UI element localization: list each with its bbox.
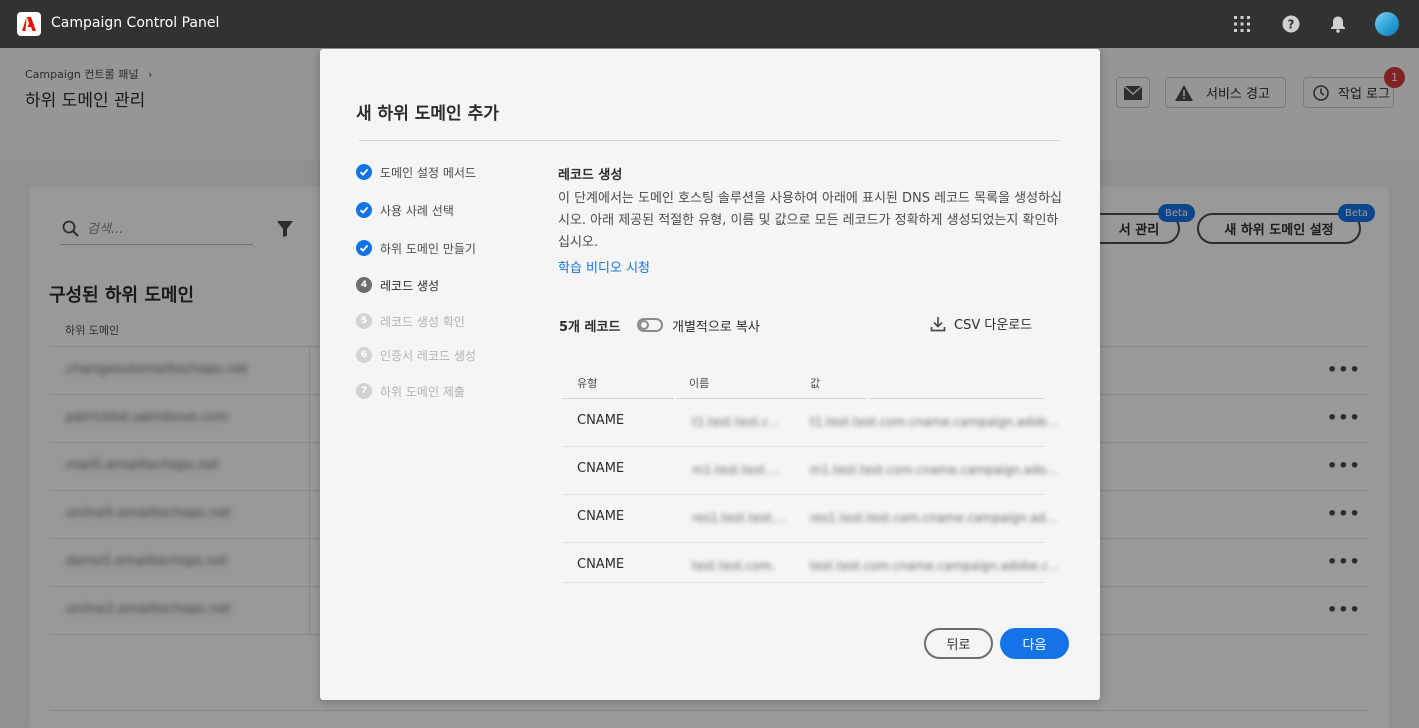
bell-icon[interactable] (1326, 12, 1350, 36)
record-type: CNAME (577, 509, 625, 524)
record-value[interactable]: test.test.com.cname.campaign.adobe.c... (810, 559, 1060, 573)
record-name[interactable]: m1.test.test.... (692, 463, 780, 477)
content-title: 레코드 생성 (558, 168, 623, 183)
step-label: 하위 도메인 만들기 (380, 241, 476, 256)
step-certificate: 6 인증서 레코드 생성 (356, 345, 476, 365)
step-domain-method: 도메인 설정 메서드 (356, 162, 476, 182)
help-icon[interactable]: ? (1279, 12, 1303, 36)
step-record-creation: 4 레코드 생성 (356, 275, 439, 295)
record-value[interactable]: res1.test.test.com.cname.campaign.ad... (810, 511, 1057, 525)
step-submit: 7 하위 도메인 제출 (356, 381, 465, 401)
row-divider (562, 542, 1044, 543)
step-number: 4 (356, 277, 372, 293)
step-number: 6 (356, 347, 372, 363)
step-label: 인증서 레코드 생성 (380, 348, 476, 363)
csv-download-button[interactable]: CSV 다운로드 (930, 314, 1032, 333)
toggle-knob (639, 320, 649, 330)
copy-toggle-label: 개별적으로 복사 (672, 320, 760, 335)
step-number: 7 (356, 383, 372, 399)
th-type: 유형 (577, 377, 598, 390)
adobe-logo-icon[interactable] (17, 12, 41, 36)
svg-text:?: ? (1288, 18, 1295, 32)
step-label: 레코드 생성 (380, 278, 440, 293)
record-type: CNAME (577, 557, 625, 572)
step-label: 사용 사례 선택 (380, 203, 454, 218)
row-divider (562, 494, 1044, 495)
record-name[interactable]: t1.test.test.c... (692, 415, 780, 429)
download-icon (930, 316, 946, 331)
csv-label: CSV 다운로드 (954, 318, 1033, 333)
record-name[interactable]: test.test.com. (692, 559, 775, 573)
video-link[interactable]: 학습 비디오 시청 (558, 257, 650, 276)
back-button[interactable]: 뒤로 (924, 628, 993, 659)
records-count: 5개 레코드 (559, 320, 621, 335)
add-subdomain-modal (320, 49, 1100, 700)
checkmark-icon (356, 202, 372, 218)
row-divider (562, 446, 1044, 447)
apps-grid-icon[interactable] (1230, 12, 1254, 36)
step-label: 하위 도메인 제출 (380, 384, 465, 399)
row-divider (562, 582, 1044, 583)
next-button[interactable]: 다음 (1000, 628, 1069, 659)
th-underline (676, 398, 866, 399)
th-underline (562, 398, 674, 399)
record-value[interactable]: t1.test.test.com.cname.campaign.adob... (810, 415, 1058, 429)
modal-title: 새 하위 도메인 추가 (356, 104, 499, 124)
step-create-subdomain: 하위 도메인 만들기 (356, 238, 476, 258)
modal-divider (359, 140, 1060, 141)
copy-individually-toggle[interactable] (637, 318, 663, 332)
record-value[interactable]: m1.test.test.com.cname.campaign.ado... (810, 463, 1057, 477)
th-name: 이름 (689, 377, 710, 390)
step-label: 레코드 생성 확인 (380, 314, 465, 329)
user-avatar[interactable] (1375, 12, 1399, 36)
step-number: 5 (356, 313, 372, 329)
checkmark-icon (356, 240, 372, 256)
record-name[interactable]: res1.test.test.... (692, 511, 787, 525)
step-use-case: 사용 사례 선택 (356, 200, 454, 220)
record-type: CNAME (577, 461, 625, 476)
content-description: 이 단계에서는 도메인 호스팅 솔루션을 사용하여 아래에 표시된 DNS 레코… (558, 191, 1063, 250)
step-record-confirm: 5 레코드 생성 확인 (356, 311, 465, 331)
checkmark-icon (356, 164, 372, 180)
record-type: CNAME (577, 413, 625, 428)
app-title: Campaign Control Panel (51, 15, 220, 31)
step-label: 도메인 설정 메서드 (380, 165, 476, 180)
th-value: 값 (810, 377, 821, 390)
th-underline (870, 398, 1044, 399)
